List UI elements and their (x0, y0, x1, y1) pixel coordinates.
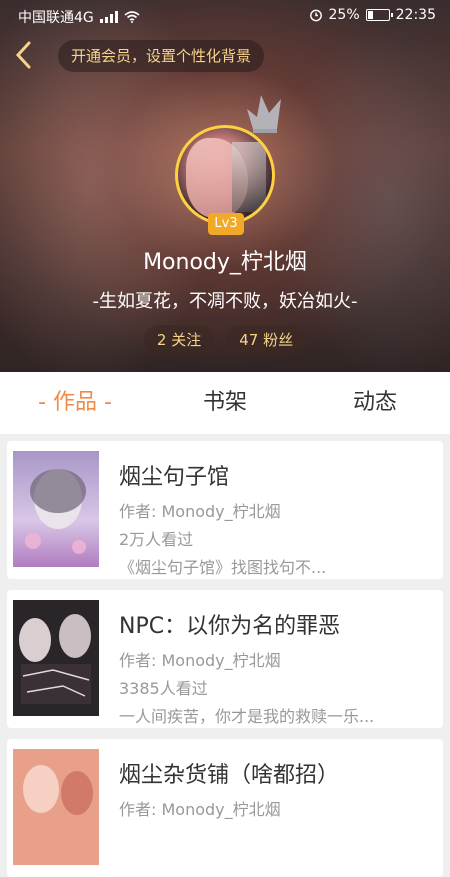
crown-icon (247, 95, 281, 133)
clock: 22:35 (395, 7, 436, 23)
work-views: 3385人看过 (119, 679, 208, 698)
work-title: 烟尘句子馆 (119, 465, 230, 490)
nickname: Monody_柠北烟 (143, 250, 307, 275)
vip-background-prompt[interactable]: 开通会员，设置个性化背景 (58, 40, 265, 72)
tab-activity[interactable]: 动态 (300, 372, 450, 434)
followers-button[interactable]: 47 粉丝 (226, 325, 307, 355)
work-description: 《烟尘句子馆》找图找句不... (119, 558, 327, 577)
level-badge: Lv3 (208, 213, 244, 235)
work-title: 烟尘杂货铺（啥都招） (119, 763, 340, 788)
tab-bookshelf[interactable]: 书架 (150, 372, 300, 434)
avatar[interactable] (175, 125, 275, 225)
work-card[interactable]: 烟尘句子馆 作者: Monody_柠北烟 2万人看过 《烟尘句子馆》找图找句不.… (7, 441, 443, 579)
alarm-icon (309, 9, 322, 22)
signal-icon (99, 11, 118, 23)
tab-bar: - 作品 - 书架 动态 (0, 372, 450, 434)
following-button[interactable]: 2 关注 (143, 325, 215, 355)
wifi-icon (124, 11, 140, 23)
chevron-left-icon[interactable] (12, 40, 36, 70)
carrier-label: 中国联通4G (18, 10, 94, 26)
battery-icon (365, 9, 393, 21)
work-card[interactable]: NPC：以你为名的罪恶 作者: Monody_柠北烟 3385人看过 一人间疾苦… (7, 590, 443, 728)
work-author: 作者: Monody_柠北烟 (119, 651, 281, 670)
work-cover-image (13, 451, 99, 567)
work-description: 一人间疾苦，你才是我的救赎一乐... (119, 707, 375, 726)
signature: -生如夏花，不凋不败，妖冶如火- (92, 291, 358, 312)
work-views: 2万人看过 (119, 530, 194, 549)
work-card[interactable]: 烟尘杂货铺（啥都招） 作者: Monody_柠北烟 (7, 739, 443, 877)
work-cover-image (13, 600, 99, 716)
battery-percent: 25% (328, 7, 360, 23)
work-author: 作者: Monody_柠北烟 (119, 502, 281, 521)
work-title: NPC：以你为名的罪恶 (119, 614, 341, 639)
work-cover-image (13, 749, 99, 865)
tab-works[interactable]: - 作品 - (0, 372, 150, 434)
status-bar: 中国联通4G 25% 22:35 (0, 0, 450, 32)
follow-stats: 2 关注 47 粉丝 (0, 325, 450, 355)
